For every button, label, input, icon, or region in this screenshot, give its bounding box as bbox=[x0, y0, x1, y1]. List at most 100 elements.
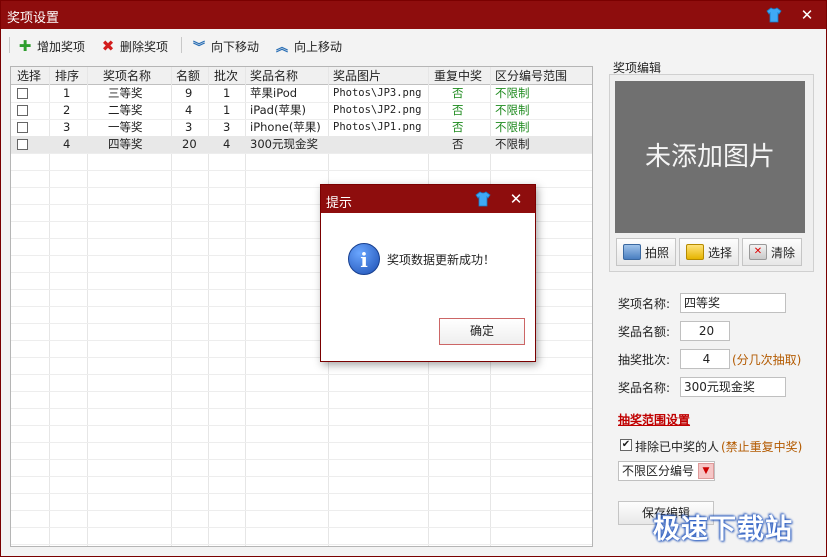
prize-quota-label: 奖品名额: bbox=[618, 325, 671, 339]
table-row[interactable]: 3 一等奖 3 3 iPhone(苹果) Photos\JP1.png 否 不限… bbox=[11, 119, 592, 136]
row-quota: 9 bbox=[185, 86, 193, 100]
col-header-range[interactable]: 区分编号范围 bbox=[495, 67, 567, 85]
grid-line bbox=[11, 544, 592, 545]
dialog-title-bar: 提示 ✕ bbox=[321, 185, 535, 213]
row-quota: 3 bbox=[185, 120, 193, 134]
grid-line bbox=[11, 374, 592, 375]
message-dialog: 提示 ✕ i 奖项数据更新成功！ 确定 bbox=[320, 184, 536, 362]
move-down-label: 向下移动 bbox=[211, 39, 260, 54]
row-prize-level: 四等奖 bbox=[108, 137, 143, 151]
col-header-batch[interactable]: 批次 bbox=[214, 67, 238, 85]
draw-batch-label: 抽奖批次: bbox=[618, 353, 671, 367]
grid-line bbox=[11, 459, 592, 460]
camera-icon bbox=[622, 244, 641, 260]
row-range: 不限制 bbox=[495, 103, 530, 117]
toolbar-separator bbox=[181, 37, 182, 53]
col-header-select[interactable]: 选择 bbox=[17, 67, 41, 85]
prize-item-label: 奖品名称: bbox=[618, 381, 671, 395]
row-checkbox[interactable] bbox=[17, 105, 28, 116]
exclude-winners-label: 排除已中奖的人 bbox=[635, 440, 720, 454]
grid-line bbox=[11, 408, 592, 409]
grid-line bbox=[11, 493, 592, 494]
col-header-repeat[interactable]: 重复中奖 bbox=[434, 67, 482, 85]
dialog-title: 提示 bbox=[326, 196, 353, 211]
window-title: 奖项设置 bbox=[7, 11, 60, 26]
row-prize-level: 一等奖 bbox=[108, 120, 143, 134]
col-header-order[interactable]: 排序 bbox=[55, 67, 79, 85]
table-header: 选择 排序 奖项名称 名额 批次 奖品名称 奖品图片 重复中奖 区分编号范围 bbox=[11, 67, 592, 85]
grid-line bbox=[11, 391, 592, 392]
row-quota: 20 bbox=[182, 137, 197, 151]
row-image: Photos\JP1.png bbox=[333, 121, 422, 133]
row-image: Photos\JP2.png bbox=[333, 104, 422, 116]
toolbar-grip bbox=[9, 37, 10, 53]
row-order: 1 bbox=[63, 86, 71, 100]
row-repeat: 否 bbox=[452, 86, 464, 100]
row-range: 不限制 bbox=[495, 120, 530, 134]
move-down-button[interactable]: ︾ 向下移动 bbox=[191, 37, 259, 55]
row-repeat: 否 bbox=[452, 120, 464, 134]
move-up-button[interactable]: ︽ 向上移动 bbox=[274, 37, 342, 55]
double-chevron-up-icon: ︽ bbox=[275, 39, 288, 54]
draw-batch-hint: (分几次抽取) bbox=[732, 353, 802, 367]
add-prize-label: 增加奖项 bbox=[37, 39, 86, 54]
chevron-down-icon[interactable]: ▼ bbox=[698, 463, 714, 479]
prize-item-input[interactable]: 300元现金奖 bbox=[680, 377, 786, 397]
prize-name-label: 奖项名称: bbox=[618, 297, 671, 311]
dialog-close-icon[interactable]: ✕ bbox=[506, 189, 526, 209]
clear-trash-icon: ✕ bbox=[748, 244, 767, 260]
row-range: 不限制 bbox=[495, 86, 530, 100]
row-checkbox[interactable] bbox=[17, 122, 28, 133]
grid-line bbox=[11, 476, 592, 477]
row-batch: 4 bbox=[223, 137, 231, 151]
skin-shirt-icon[interactable] bbox=[475, 191, 491, 207]
close-icon[interactable]: ✕ bbox=[797, 5, 817, 25]
draw-batch-input[interactable]: 4 bbox=[680, 349, 730, 369]
ok-button[interactable]: 确定 bbox=[439, 318, 525, 345]
skin-shirt-icon[interactable] bbox=[766, 7, 782, 23]
exclude-winners-checkbox[interactable]: ✔ bbox=[620, 439, 632, 451]
row-order: 2 bbox=[63, 103, 71, 117]
row-checkbox[interactable] bbox=[17, 88, 28, 99]
add-prize-button[interactable]: ✚ 增加奖项 bbox=[17, 37, 85, 55]
col-header-prize-level[interactable]: 奖项名称 bbox=[103, 67, 151, 85]
table-row[interactable]: 1 三等奖 9 1 苹果iPod Photos\JP3.png 否 不限制 bbox=[11, 85, 592, 102]
row-prize: 300元现金奖 bbox=[250, 137, 318, 151]
row-checkbox[interactable] bbox=[17, 139, 28, 150]
row-order: 4 bbox=[63, 137, 71, 151]
row-quota: 4 bbox=[185, 103, 193, 117]
row-repeat: 否 bbox=[452, 137, 464, 151]
grid-line bbox=[11, 527, 592, 528]
clear-image-label: 清除 bbox=[770, 245, 795, 260]
folder-icon bbox=[685, 244, 704, 260]
col-header-quota[interactable]: 名额 bbox=[176, 67, 200, 85]
info-icon: i bbox=[348, 243, 380, 275]
grid-line bbox=[11, 170, 592, 171]
watermark-logo: 极速下载站 bbox=[653, 514, 793, 545]
grid-line bbox=[11, 510, 592, 511]
delete-prize-button[interactable]: ✖ 删除奖项 bbox=[100, 37, 168, 55]
title-bar: 奖项设置 ✕ bbox=[1, 1, 826, 29]
plus-icon: ✚ bbox=[18, 37, 32, 55]
row-range: 不限制 bbox=[495, 137, 530, 151]
table-row[interactable]: 2 二等奖 4 1 iPad(苹果) Photos\JP2.png 否 不限制 bbox=[11, 102, 592, 119]
table-row-selected[interactable]: 4 四等奖 20 4 300元现金奖 否 不限制 bbox=[11, 136, 592, 153]
take-photo-button[interactable]: 拍照 bbox=[616, 238, 676, 266]
row-prize: iPad(苹果) bbox=[250, 103, 306, 117]
clear-image-button[interactable]: ✕ 清除 bbox=[742, 238, 802, 266]
row-prize: 苹果iPod bbox=[250, 86, 298, 100]
row-order: 3 bbox=[63, 120, 71, 134]
select-image-button[interactable]: 选择 bbox=[679, 238, 739, 266]
row-prize-level: 二等奖 bbox=[108, 103, 143, 117]
col-header-prize-name[interactable]: 奖品名称 bbox=[250, 67, 298, 85]
row-batch: 1 bbox=[223, 86, 231, 100]
toolbar: ✚ 增加奖项 ✖ 删除奖项 ︾ 向下移动 ︽ 向上移动 bbox=[1, 29, 826, 61]
row-image: Photos\JP3.png bbox=[333, 87, 422, 99]
row-prize-level: 三等奖 bbox=[108, 86, 143, 100]
grid-line bbox=[11, 442, 592, 443]
draw-range-title[interactable]: 抽奖范围设置 bbox=[618, 411, 690, 428]
col-header-prize-image[interactable]: 奖品图片 bbox=[333, 67, 381, 85]
prize-quota-input[interactable]: 20 bbox=[680, 321, 730, 341]
dialog-message: 奖项数据更新成功！ bbox=[387, 253, 496, 267]
prize-name-input[interactable]: 四等奖 bbox=[680, 293, 786, 313]
